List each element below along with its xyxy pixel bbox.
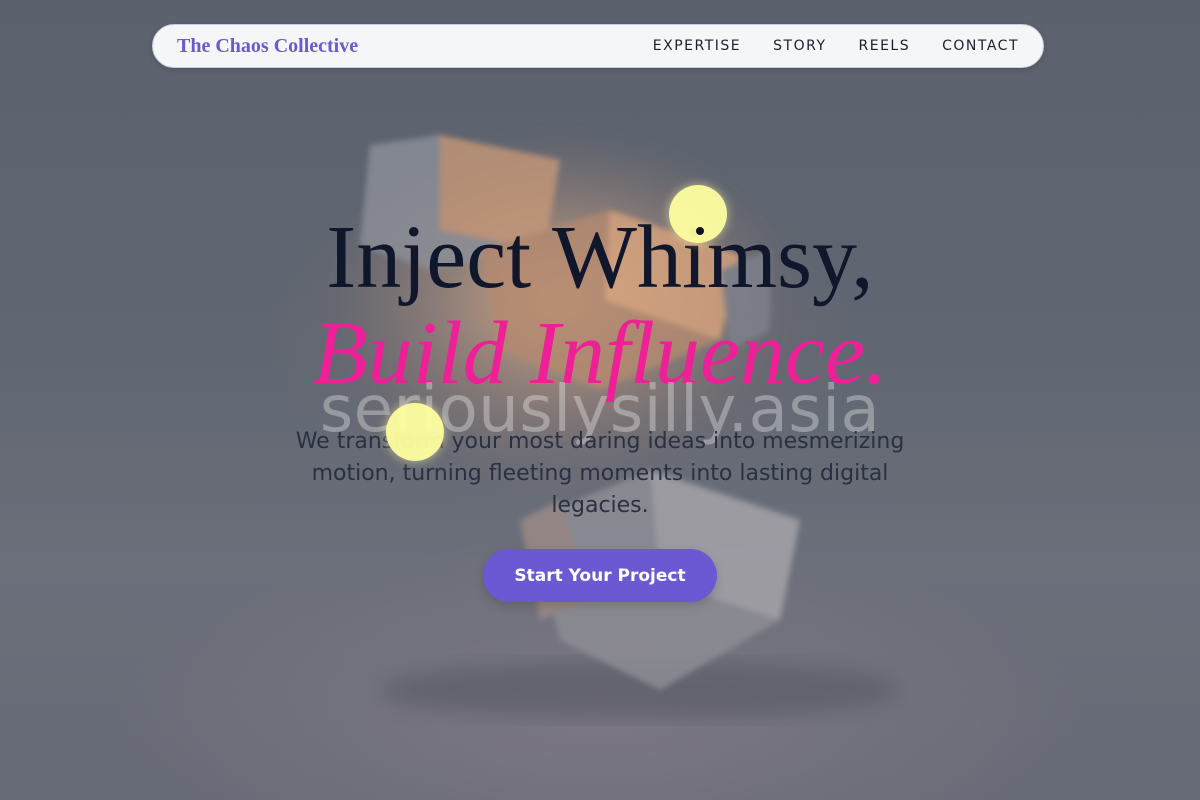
floating-dot-decoration	[386, 403, 444, 461]
cursor-pointer-icon	[696, 227, 704, 235]
hero-subtitle: We transform your most daring ideas into…	[295, 429, 905, 518]
headline-line-1: Inject Whimsy,	[326, 208, 874, 307]
start-project-button[interactable]: Start Your Project	[483, 549, 717, 602]
hero-section: Inject Whimsy, Build Influence. seriousl…	[0, 0, 1200, 800]
